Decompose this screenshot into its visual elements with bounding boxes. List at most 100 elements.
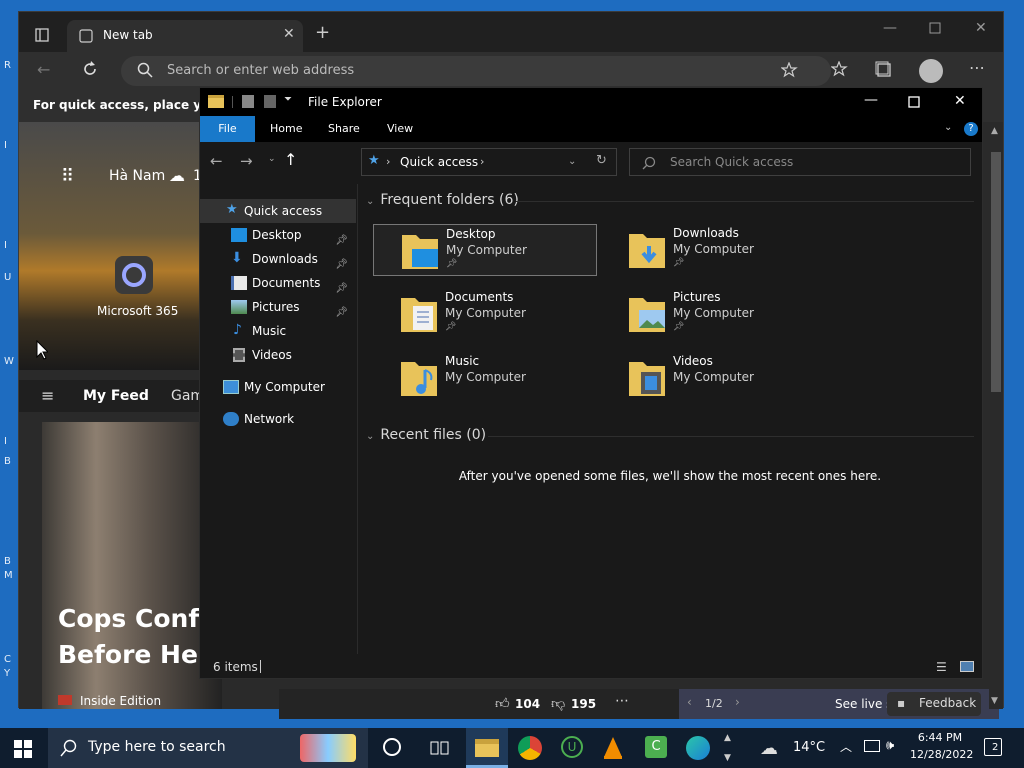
file-explorer-taskbar-button[interactable] <box>466 728 508 768</box>
collapse-chevron-icon[interactable]: ⌄ <box>366 196 374 207</box>
desktop-icon-label[interactable]: I <box>4 240 7 251</box>
tab-view[interactable]: View <box>387 116 413 142</box>
recent-locations-icon[interactable]: ⌄ <box>268 154 276 164</box>
windows-start-icon[interactable] <box>14 740 32 758</box>
properties-icon[interactable] <box>242 95 254 108</box>
feedback-button[interactable]: ▪ Feedback <box>887 692 981 716</box>
nav-item-downloads[interactable]: ⬇ Downloads 📌︎ <box>200 247 356 271</box>
nav-item-desktop[interactable]: Desktop 📌︎ <box>200 223 356 247</box>
favorites-icon[interactable] <box>831 61 849 79</box>
up-arrow-icon[interactable]: ↑ <box>284 150 297 169</box>
tab-share[interactable]: Share <box>328 116 360 142</box>
nav-item-documents[interactable]: Documents 📌︎ <box>200 271 356 295</box>
desktop-icon-label[interactable]: Y <box>4 668 10 679</box>
clock-date[interactable]: 12/28/2022 <box>910 748 973 761</box>
folder-tile-music[interactable]: Music My Computer <box>373 352 597 404</box>
folder-tile-videos[interactable]: Videos My Computer <box>601 352 825 404</box>
refresh-icon[interactable] <box>81 60 99 78</box>
scroll-up-icon[interactable]: ▲ <box>991 126 998 136</box>
nav-item-pictures[interactable]: Pictures 📌︎ <box>200 295 356 319</box>
cortana-icon[interactable] <box>383 738 401 756</box>
help-icon[interactable]: ? <box>964 122 978 136</box>
thumbs-up-icon[interactable]: 👍︎ <box>495 695 510 712</box>
tab-actions-icon[interactable] <box>35 28 49 42</box>
volume-icon[interactable]: 🕪︎ <box>886 738 894 753</box>
nav-item-quick-access[interactable]: ★ Quick access <box>200 199 356 223</box>
refresh-icon[interactable]: ↻ <box>596 153 607 168</box>
breadcrumb-chevron-icon[interactable]: › <box>480 155 484 168</box>
microsoft365-icon[interactable] <box>115 256 153 294</box>
camtasia-icon[interactable]: C <box>645 736 667 758</box>
tab-home[interactable]: Home <box>270 116 302 142</box>
desktop-icon-label[interactable]: B <box>4 456 11 467</box>
back-arrow-icon[interactable]: ← <box>37 60 50 79</box>
desktop-icon-label[interactable]: I <box>4 140 7 151</box>
customize-toolbar-icon[interactable]: ⏷ <box>284 94 292 105</box>
tab-file[interactable]: File <box>200 116 255 142</box>
address-bar[interactable]: Search or enter web address <box>121 56 831 86</box>
folder-tile-pictures[interactable]: Pictures My Computer 📌︎ <box>601 288 825 340</box>
folder-tile-desktop[interactable]: Desktop My Computer 📌︎ <box>373 224 597 276</box>
back-arrow-icon[interactable]: ← <box>210 152 223 170</box>
add-tab-icon[interactable]: + <box>315 22 330 43</box>
taskbar-scroll-icon[interactable]: ▲ ▼ <box>724 728 731 768</box>
nav-item-network[interactable]: Network <box>200 407 356 431</box>
maximize-icon[interactable] <box>929 22 941 34</box>
close-tab-icon[interactable]: ✕ <box>283 26 295 42</box>
news-card[interactable]: Cops Confr Before Her Inside Edition <box>42 422 222 709</box>
chrome-icon[interactable] <box>518 736 542 760</box>
thumbs-down-icon[interactable]: 👎︎ <box>551 695 565 712</box>
search-highlight-icon[interactable] <box>300 734 356 762</box>
maximize-icon[interactable] <box>908 96 920 108</box>
new-folder-icon[interactable] <box>264 95 276 108</box>
taskbar-search-box[interactable]: Type here to search <box>48 728 368 768</box>
address-dropdown-icon[interactable]: ⌄ <box>568 156 576 167</box>
task-view-icon[interactable] <box>430 740 450 756</box>
utorrent-icon[interactable]: U <box>561 736 583 758</box>
desktop-icon-label[interactable]: C <box>4 654 11 665</box>
carousel-prev-icon[interactable]: ‹ <box>687 695 692 709</box>
expand-ribbon-icon[interactable]: ⌄ <box>944 122 952 133</box>
tab-new-tab[interactable]: New tab ✕ <box>67 20 303 52</box>
weather-cloud-icon[interactable]: ☁ <box>169 166 185 185</box>
tab-my-feed[interactable]: My Feed <box>83 388 149 404</box>
more-icon[interactable]: ⋯ <box>615 693 629 709</box>
nav-item-music[interactable]: ♪ Music <box>200 319 356 343</box>
desktop-icon-label[interactable]: I <box>4 436 7 447</box>
breadcrumb-quick-access[interactable]: Quick access <box>400 155 478 169</box>
folder-tile-downloads[interactable]: Downloads My Computer 📌︎ <box>601 224 825 276</box>
vlc-icon[interactable] <box>602 736 624 760</box>
carousel-next-icon[interactable]: › <box>735 695 740 709</box>
notification-center-icon[interactable]: 2 <box>984 738 1002 756</box>
collapse-chevron-icon[interactable]: ⌄ <box>366 431 374 442</box>
details-view-icon[interactable]: ☰ <box>936 660 947 674</box>
forward-arrow-icon[interactable]: → <box>240 152 253 170</box>
desktop-icon-label[interactable]: M <box>4 570 13 581</box>
taskbar-temperature[interactable]: 14°C <box>793 740 825 755</box>
breadcrumb-chevron-icon[interactable]: › <box>386 155 390 168</box>
desktop-icon-label[interactable]: W <box>4 356 14 367</box>
frequent-folders-header[interactable]: ⌄ Frequent folders (6) <box>366 192 519 208</box>
search-box[interactable]: Search Quick access <box>629 148 971 176</box>
large-icons-view-icon[interactable] <box>960 661 974 672</box>
microsoft365-label[interactable]: Microsoft 365 <box>97 304 178 318</box>
desktop-icon-label[interactable]: B <box>4 556 11 567</box>
edge-icon[interactable] <box>686 736 710 760</box>
show-hidden-icons-icon[interactable]: ︿ <box>840 738 852 755</box>
close-icon[interactable]: ✕ <box>954 93 966 109</box>
nav-item-my-computer[interactable]: My Computer <box>200 375 356 399</box>
minimize-icon[interactable]: — <box>883 20 897 36</box>
weather-cloud-icon[interactable]: ☁ <box>760 738 778 759</box>
apps-grid-icon[interactable]: ⠿ <box>61 166 74 187</box>
address-bar[interactable]: ★ › Quick access › ⌄ ↻ <box>361 148 617 176</box>
page-scrollbar[interactable]: ▲ ▼ <box>989 122 1003 709</box>
more-options-icon[interactable]: ⋯ <box>969 58 985 77</box>
desktop-icon-label[interactable]: R <box>4 60 11 71</box>
network-icon[interactable] <box>864 740 880 752</box>
nav-item-videos[interactable]: Videos <box>200 343 356 367</box>
profile-avatar-icon[interactable] <box>919 59 943 83</box>
close-icon[interactable]: ✕ <box>975 20 987 36</box>
recent-files-header[interactable]: ⌄ Recent files (0) <box>366 427 486 443</box>
desktop-icon-label[interactable]: U <box>4 272 11 283</box>
scroll-down-icon[interactable]: ▼ <box>991 696 998 706</box>
